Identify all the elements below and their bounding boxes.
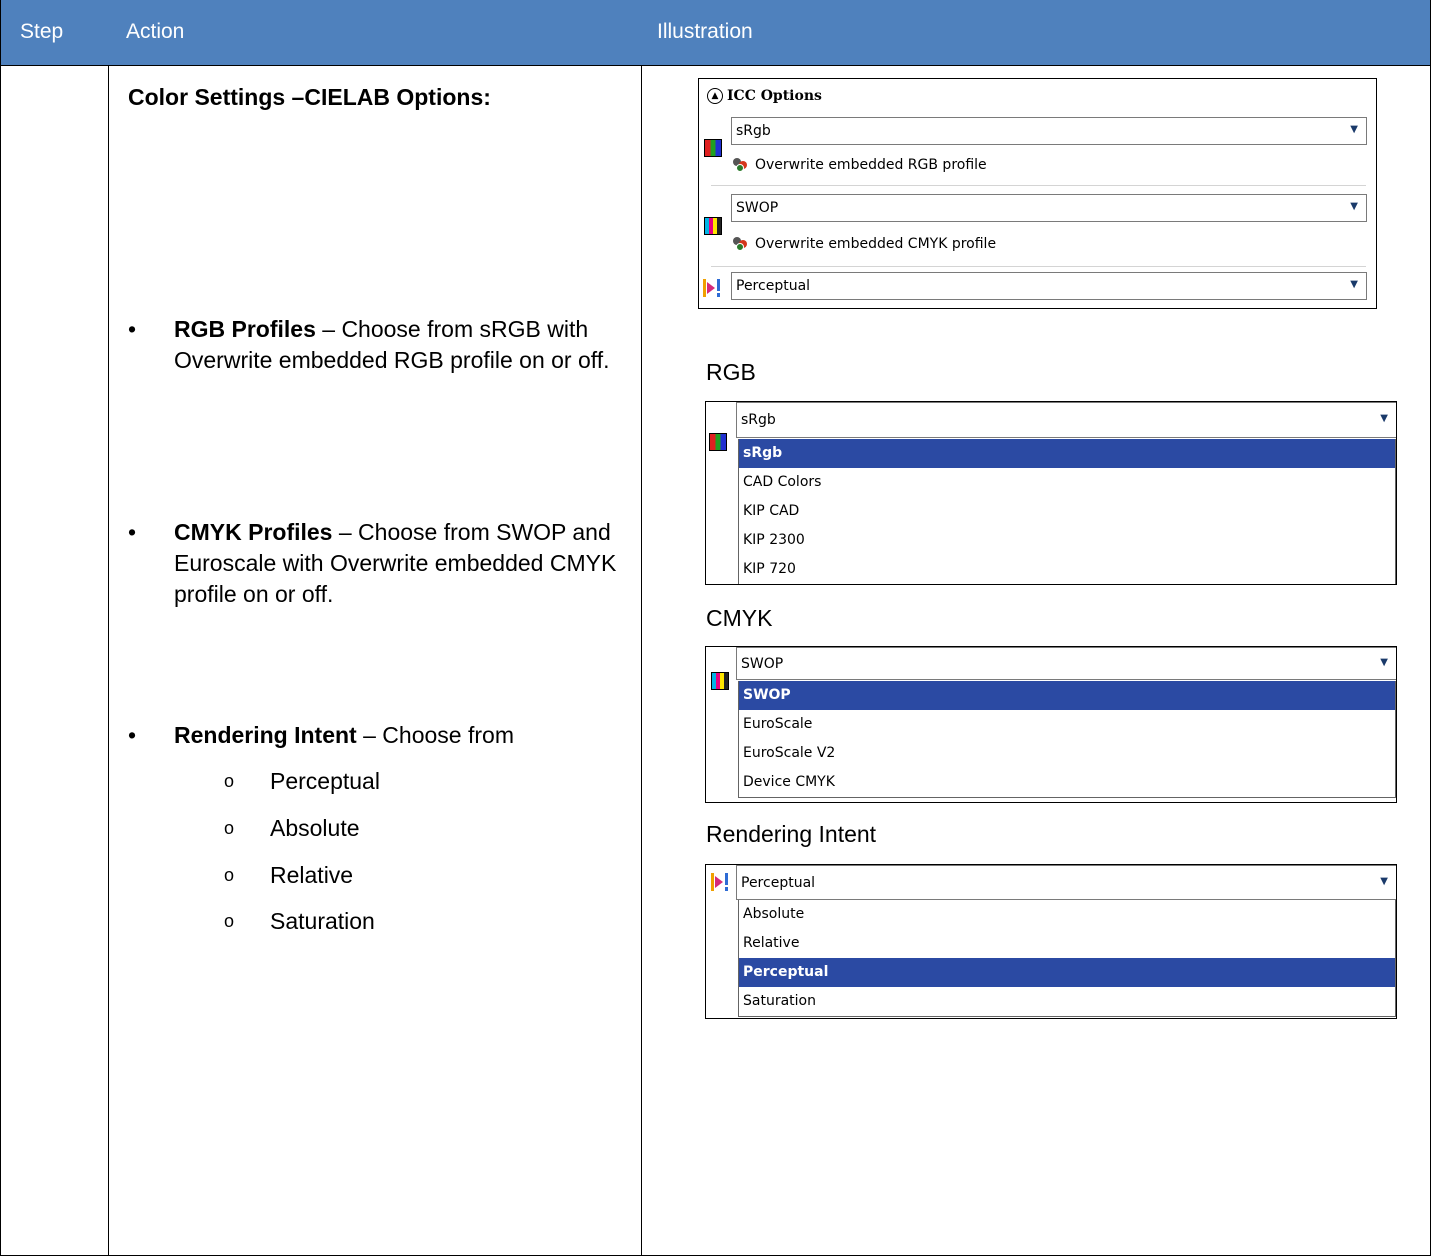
rendering-intent-label: Rendering Intent	[174, 722, 357, 748]
rgb-profiles-label: RGB Profiles	[174, 316, 316, 342]
option-saturation[interactable]: Saturation	[739, 987, 1395, 1016]
header-step: Step	[20, 20, 64, 43]
rendering-intent-dropdown-screenshot: Perceptual ▼ Absolute Relative Perceptua…	[705, 864, 1397, 1019]
bullet-dot: •	[128, 519, 137, 545]
cmyk-profile-select[interactable]: SWOP ▼	[736, 647, 1396, 680]
cmyk-profile-select[interactable]: SWOP ▼	[731, 194, 1367, 222]
rgb-profile-select[interactable]: sRgb ▼	[736, 402, 1396, 438]
option-kip-720[interactable]: KIP 720	[739, 555, 1395, 584]
cmyk-caption: CMYK	[706, 605, 773, 631]
option-kip-cad[interactable]: KIP CAD	[739, 497, 1395, 526]
column-divider-1	[108, 65, 109, 1256]
option-srgb[interactable]: sRgb	[739, 439, 1395, 468]
rgb-options-list: sRgb CAD Colors KIP CAD KIP 2300 KIP 720	[738, 439, 1396, 584]
rendering-intent-select[interactable]: Perceptual ▼	[736, 865, 1396, 900]
option-swop[interactable]: SWOP	[739, 681, 1395, 710]
header-illustration: Illustration	[657, 20, 753, 43]
table-border-left	[0, 0, 1, 1256]
cmyk-profile-icon	[704, 217, 722, 235]
rendering-intent-text: – Choose from	[356, 722, 514, 748]
header-rule	[0, 65, 1431, 66]
rendering-intent-select[interactable]: Perceptual ▼	[731, 272, 1367, 300]
sub-bullet: o	[224, 771, 235, 791]
option-euroscale-v2[interactable]: EuroScale V2	[739, 739, 1395, 768]
action-title: Color Settings –CIELAB Options:	[128, 84, 491, 110]
header-action: Action	[126, 20, 185, 43]
rendering-intent-options-list: Absolute Relative Perceptual Saturation	[738, 900, 1396, 1017]
rendering-intent-caption: Rendering Intent	[706, 821, 877, 847]
sub-bullet: o	[224, 911, 235, 931]
chevron-down-icon: ▼	[1380, 876, 1388, 887]
column-divider-2	[641, 65, 642, 1256]
divider	[711, 185, 1366, 186]
rgb-profile-icon	[704, 139, 722, 157]
rendering-intent-icon	[711, 873, 731, 891]
rgb-profile-icon	[709, 433, 727, 451]
chevron-down-icon: ▼	[1380, 413, 1388, 424]
divider	[711, 266, 1366, 267]
option-kip-2300[interactable]: KIP 2300	[739, 526, 1395, 555]
option-absolute[interactable]: Absolute	[739, 900, 1395, 929]
sub-bullet: o	[224, 865, 235, 885]
overwrite-cmyk-checkbox[interactable]: Overwrite embedded CMYK profile	[733, 236, 996, 252]
table-header: Step Action Illustration	[0, 0, 1431, 65]
icc-options-title: ICC Options	[727, 88, 822, 104]
chevron-down-icon: ▼	[1350, 124, 1358, 135]
cmyk-profiles-label: CMYK Profiles	[174, 519, 333, 545]
option-relative[interactable]: Relative	[739, 929, 1395, 958]
option-euroscale[interactable]: EuroScale	[739, 710, 1395, 739]
option-cad-colors[interactable]: CAD Colors	[739, 468, 1395, 497]
rgb-profile-select[interactable]: sRgb ▼	[731, 117, 1367, 145]
sub-bullet: o	[224, 818, 235, 838]
bullet-dot: •	[128, 316, 137, 342]
chevron-down-icon: ▼	[1350, 279, 1358, 290]
cmyk-profile-icon	[711, 672, 729, 690]
color-profile-icon	[733, 237, 749, 251]
overwrite-rgb-checkbox[interactable]: Overwrite embedded RGB profile	[733, 157, 987, 173]
chevron-up-circle-icon[interactable]: ▲	[707, 88, 723, 104]
chevron-down-icon: ▼	[1350, 201, 1358, 212]
rendering-intent-icon	[703, 279, 723, 297]
rgb-caption: RGB	[706, 359, 756, 385]
rgb-dropdown-screenshot: sRgb ▼ sRgb CAD Colors KIP CAD KIP 2300 …	[705, 401, 1397, 585]
color-profile-icon	[733, 158, 749, 172]
bullet-dot: •	[128, 722, 137, 748]
cmyk-dropdown-screenshot: SWOP ▼ SWOP EuroScale EuroScale V2 Devic…	[705, 646, 1397, 803]
option-device-cmyk[interactable]: Device CMYK	[739, 768, 1395, 797]
chevron-down-icon: ▼	[1380, 657, 1388, 668]
cmyk-options-list: SWOP EuroScale EuroScale V2 Device CMYK	[738, 681, 1396, 798]
option-perceptual[interactable]: Perceptual	[739, 958, 1395, 987]
icc-options-header[interactable]: ▲ ICC Options	[707, 88, 822, 104]
icc-options-panel: ▲ ICC Options sRgb ▼ Overwrite embedded R…	[698, 78, 1377, 309]
